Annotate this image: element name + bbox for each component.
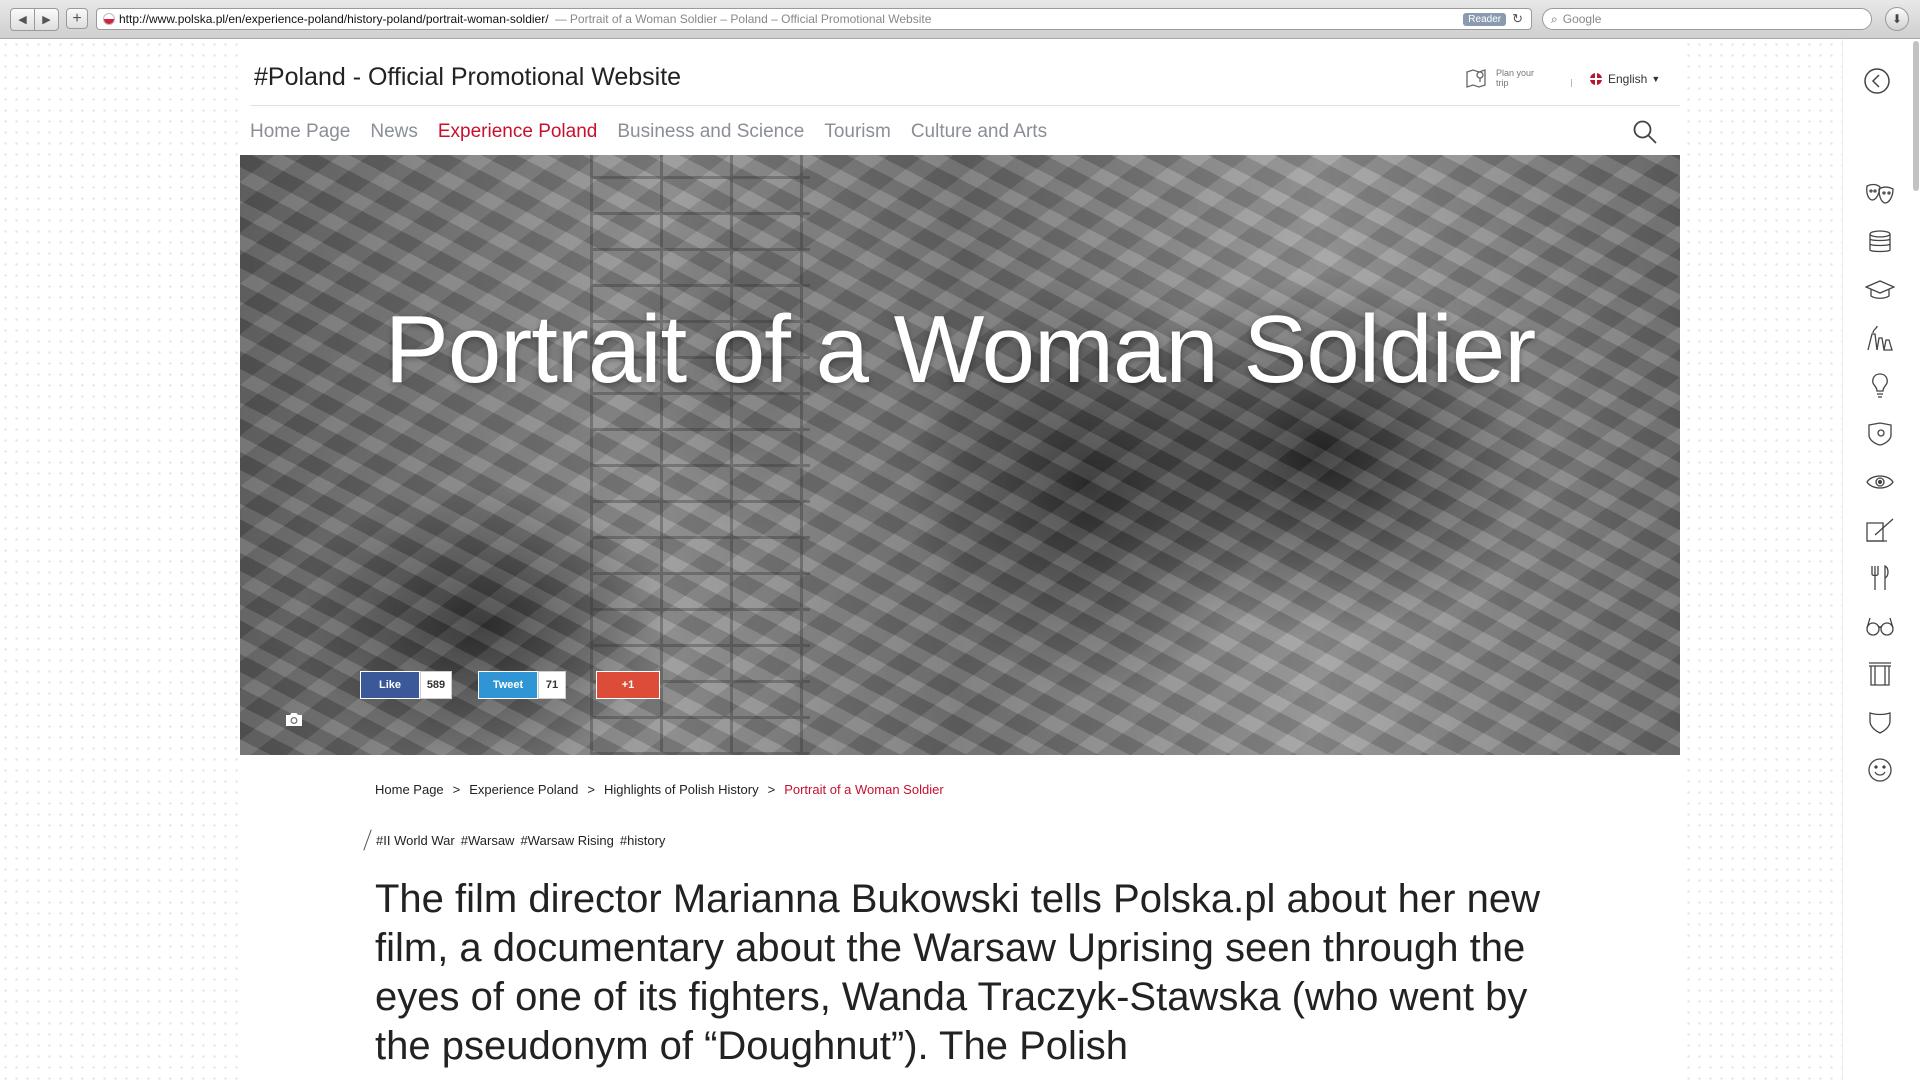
site-search-icon[interactable] <box>1632 119 1658 145</box>
fork-knife-icon[interactable] <box>1865 563 1895 593</box>
collapse-arrow-icon[interactable] <box>1863 67 1891 95</box>
plan-trip-link[interactable]: Plan your trip <box>1466 67 1538 89</box>
notepad-pen-icon[interactable] <box>1865 515 1895 545</box>
forward-arrow-icon[interactable]: ▶ <box>35 9 58 30</box>
map-pin-icon <box>1466 67 1490 89</box>
content-column: #Poland - Official Promotional Website P… <box>240 39 1680 1080</box>
building-icon[interactable] <box>1865 659 1895 689</box>
nav-culture-and-arts[interactable]: Culture and Arts <box>911 121 1047 143</box>
new-tab-button[interactable]: + <box>66 8 88 29</box>
chevron-down-icon: ▼ <box>1651 74 1661 84</box>
breadcrumb-separator: > <box>452 782 461 797</box>
uk-flag-icon <box>1590 73 1602 85</box>
eye-icon[interactable] <box>1865 467 1895 497</box>
address-bar[interactable]: http://www.polska.pl/en/experience-polan… <box>96 8 1532 30</box>
like-count: 589 <box>420 671 452 699</box>
like-label[interactable]: Like <box>360 671 420 699</box>
plan-trip-label: Plan your trip <box>1496 68 1535 88</box>
nav-tourism[interactable]: Tourism <box>824 121 891 143</box>
web-page: #Poland - Official Promotional Website P… <box>0 39 1920 1080</box>
category-sidebar <box>1842 39 1920 1080</box>
language-label: English <box>1608 72 1648 86</box>
reload-icon[interactable]: ↻ <box>1512 11 1523 27</box>
theatre-masks-icon[interactable] <box>1865 179 1895 209</box>
language-selector[interactable]: English ▼ <box>1590 72 1660 86</box>
nav-business-and-science[interactable]: Business and Science <box>617 121 804 143</box>
back-arrow-icon[interactable]: ◀ <box>11 9 35 30</box>
breadcrumb-current: Portrait of a Woman Soldier <box>784 782 944 797</box>
main-navigation: Home Page News Experience Poland Busines… <box>250 121 1067 143</box>
header-divider <box>1571 79 1572 87</box>
tag-ii-world-war[interactable]: #II World War <box>376 833 455 848</box>
tweet-label[interactable]: Tweet <box>478 671 538 699</box>
lightbulb-icon[interactable] <box>1865 371 1895 401</box>
hero-image: Portrait of a Woman Soldier Like 589 Twe… <box>240 155 1680 755</box>
hero-rubble-texture <box>240 155 1680 755</box>
tag-list: #II World War #Warsaw #Warsaw Rising #hi… <box>363 829 671 851</box>
graduation-cap-icon[interactable] <box>1865 275 1895 305</box>
google-plus-button[interactable]: +1 <box>596 671 660 699</box>
factory-icon[interactable] <box>1865 323 1895 353</box>
nav-experience-poland[interactable]: Experience Poland <box>438 121 598 143</box>
reader-button[interactable]: Reader <box>1463 12 1507 26</box>
hero-brick-wall <box>590 155 810 755</box>
scrollbar-thumb[interactable] <box>1913 41 1919 191</box>
tag-slash-decoration <box>363 829 372 851</box>
map-shield-icon[interactable] <box>1865 419 1895 449</box>
breadcrumb-experience-poland[interactable]: Experience Poland <box>469 782 578 797</box>
site-title[interactable]: #Poland - Official Promotional Website <box>254 63 681 92</box>
tweet-button[interactable]: Tweet 71 <box>478 671 566 699</box>
article-lead: The film director Marianna Bukowski tell… <box>375 877 1540 1068</box>
smiley-icon[interactable] <box>1865 755 1895 785</box>
tag-warsaw[interactable]: #Warsaw <box>461 833 515 848</box>
tag-warsaw-rising[interactable]: #Warsaw Rising <box>520 833 613 848</box>
url-text[interactable]: http://www.polska.pl/en/experience-polan… <box>119 12 549 26</box>
search-icon: ⌕ <box>1551 11 1558 26</box>
breadcrumb-separator: > <box>767 782 776 797</box>
back-forward-buttons[interactable]: ◀ ▶ <box>10 8 59 31</box>
browser-search-field[interactable]: ⌕ Google <box>1542 8 1872 30</box>
breadcrumb: Home Page > Experience Poland > Highligh… <box>375 782 944 797</box>
header-divider-line <box>250 105 1680 106</box>
glasses-icon[interactable] <box>1865 611 1895 641</box>
nav-home-page[interactable]: Home Page <box>250 121 350 143</box>
breadcrumb-separator: > <box>587 782 595 797</box>
downloads-icon[interactable]: ⬇ <box>1885 7 1909 31</box>
tag-history[interactable]: #history <box>620 833 666 848</box>
nav-news[interactable]: News <box>370 121 418 143</box>
page-title-in-url: — Portrait of a Woman Soldier – Poland –… <box>554 12 932 26</box>
hero-title: Portrait of a Woman Soldier <box>384 296 1536 403</box>
tweet-count: 71 <box>538 671 566 699</box>
page-scrollbar[interactable] <box>1912 39 1920 1080</box>
facebook-like-button[interactable]: Like 589 <box>360 671 452 699</box>
shield-icon[interactable] <box>1865 707 1895 737</box>
breadcrumb-highlights[interactable]: Highlights of Polish History <box>604 782 759 797</box>
camera-icon[interactable] <box>284 711 304 727</box>
search-placeholder: Google <box>1562 12 1602 26</box>
plus-one-label[interactable]: +1 <box>596 671 660 699</box>
coins-icon[interactable] <box>1865 227 1895 257</box>
browser-toolbar: ◀ ▶ + http://www.polska.pl/en/experience… <box>0 0 1920 39</box>
favicon-icon <box>103 13 115 25</box>
breadcrumb-home-page[interactable]: Home Page <box>375 782 444 797</box>
